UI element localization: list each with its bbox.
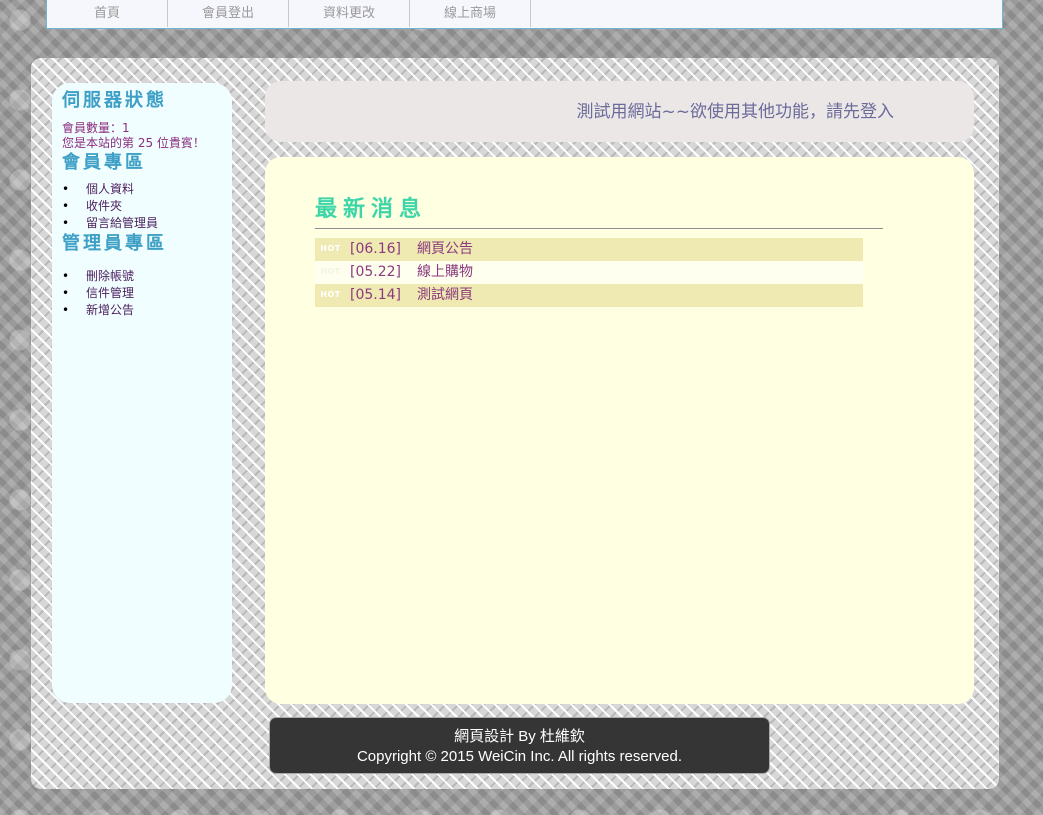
- news-item[interactable]: HOT [05.22] 線上購物: [315, 261, 863, 284]
- admin-area-heading: 管理員專區: [62, 233, 167, 254]
- news-title-link[interactable]: 線上購物: [417, 264, 473, 280]
- banner-text: 測試用網站~~欲使用其他功能，請先登入: [576, 102, 895, 122]
- hot-badge: HOT: [320, 290, 341, 299]
- member-count-text: 會員數量：1: [62, 121, 130, 135]
- member-menu: 個人資料 收件夾 留言給管理員: [62, 181, 222, 232]
- member-item-inbox[interactable]: 收件夾: [62, 198, 222, 215]
- welcome-banner: 測試用網站~~欲使用其他功能，請先登入: [265, 81, 974, 142]
- news-divider: [315, 228, 883, 229]
- admin-item-delete-account[interactable]: 刪除帳號: [62, 268, 222, 285]
- sidebar: 伺服器狀態 會員數量：1 您是本站的第 25 位貴賓！ 會員專區 個人資料 收件…: [52, 83, 232, 703]
- visitor-count-text: 您是本站的第 25 位貴賓！: [62, 136, 205, 150]
- member-item-message-admin[interactable]: 留言給管理員: [62, 215, 222, 232]
- nav-item-logout[interactable]: 會員登出: [168, 0, 289, 27]
- footer-designer-credit: 網頁設計 By 杜維欽: [454, 728, 585, 745]
- footer: 網頁設計 By 杜維欽 Copyright © 2015 WeiCin Inc.…: [269, 717, 770, 774]
- top-nav: 首頁 會員登出 資料更改 線上商場: [46, 0, 1003, 29]
- news-date: [06.16]: [350, 241, 402, 257]
- news-list: HOT [06.16] 網頁公告 HOT [05.22] 線上購物 HOT [05.14]…: [315, 238, 863, 307]
- hot-badge: HOT: [320, 267, 341, 276]
- nav-item-shop[interactable]: 線上商場: [410, 0, 531, 27]
- server-status-heading: 伺服器狀態: [62, 90, 167, 111]
- news-title-link[interactable]: 網頁公告: [417, 241, 473, 257]
- news-item[interactable]: HOT [05.14] 測試網頁: [315, 284, 863, 307]
- news-date: [05.14]: [350, 287, 402, 303]
- nav-item-edit-profile[interactable]: 資料更改: [289, 0, 410, 27]
- nav-item-home[interactable]: 首頁: [47, 0, 168, 27]
- main-content: 最新消息 HOT [06.16] 網頁公告 HOT [05.22] 線上購物 HOT [0…: [265, 157, 974, 704]
- member-area-heading: 會員專區: [62, 152, 146, 173]
- news-title-link[interactable]: 測試網頁: [417, 287, 473, 303]
- footer-copyright: Copyright © 2015 WeiCin Inc. All rights …: [356, 748, 683, 765]
- member-item-profile[interactable]: 個人資料: [62, 181, 222, 198]
- admin-menu: 刪除帳號 信件管理 新增公告: [62, 268, 222, 319]
- admin-item-add-announcement[interactable]: 新增公告: [62, 302, 222, 319]
- news-date: [05.22]: [350, 264, 402, 280]
- news-item[interactable]: HOT [06.16] 網頁公告: [315, 238, 863, 261]
- admin-item-mail-management[interactable]: 信件管理: [62, 285, 222, 302]
- hot-badge: HOT: [320, 244, 341, 253]
- news-title: 最新消息: [315, 196, 428, 222]
